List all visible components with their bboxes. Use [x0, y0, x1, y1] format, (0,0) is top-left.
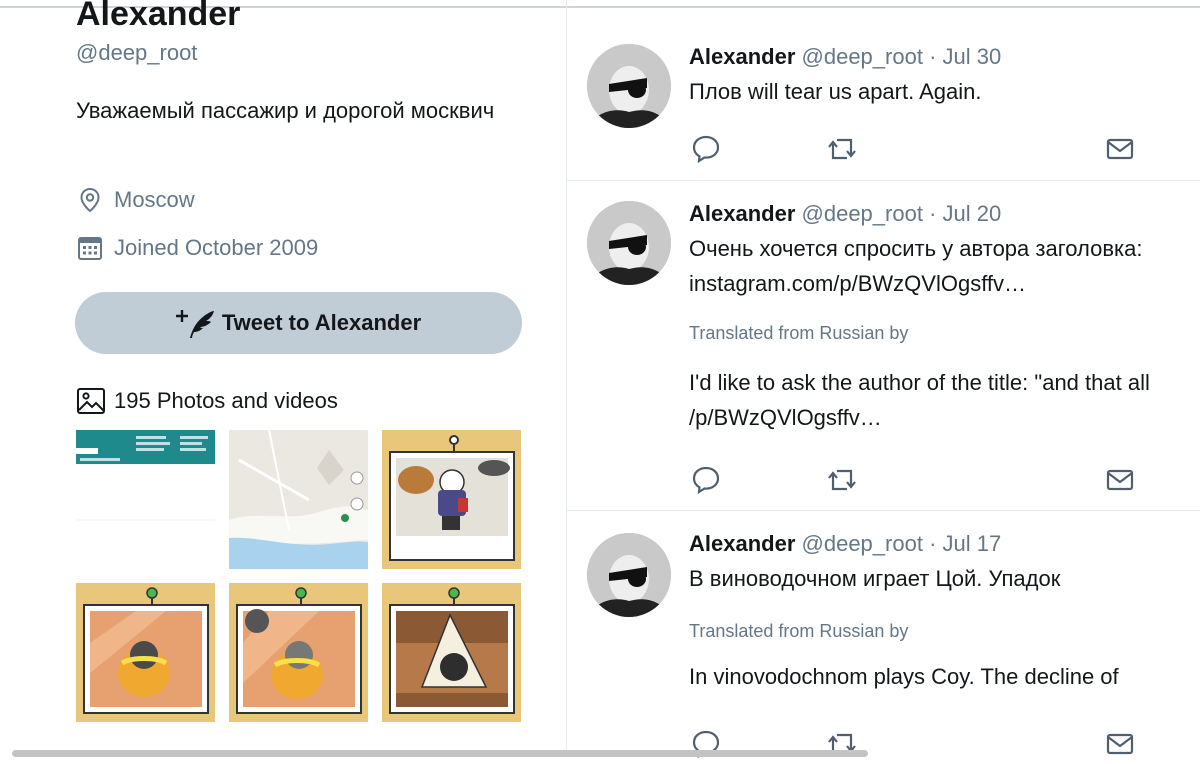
tweet-date[interactable]: · Jul 17: [929, 531, 1001, 556]
tweet-item[interactable]: Alexander @deep_root · Jul 30 Плов will …: [567, 20, 1200, 180]
tweet-text-line: Плов will tear us apart. Again.: [689, 79, 982, 104]
tweet-text: Плов will tear us apart. Again.: [689, 74, 1200, 109]
profile-location: Moscow: [76, 186, 195, 214]
tweet-timeline: Alexander @deep_root · Jul 30 Плов will …: [566, 0, 1200, 759]
tweet-author-handle[interactable]: @deep_root: [802, 531, 923, 556]
joined-text: Joined October 2009: [114, 235, 319, 260]
tweet-translation: In vinovodochnom plays Coy. The decline …: [689, 659, 1200, 694]
profile-bio: Уважаемый пассажир и дорогой москвич: [76, 98, 495, 123]
media-thumbnail[interactable]: [76, 430, 215, 569]
tweet-text-line: Очень хочется спросить у автора заголовк…: [689, 236, 1143, 261]
media-thumbnail[interactable]: [76, 583, 215, 722]
tweet-text-line: В виноводочном играет Цой. Упадок: [689, 566, 1061, 591]
tweet-actions: [691, 134, 1134, 164]
tweet-header: Alexander @deep_root · Jul 20: [689, 201, 1001, 227]
reply-icon[interactable]: [691, 465, 721, 495]
envelope-icon[interactable]: [1105, 729, 1135, 759]
avatar[interactable]: [587, 533, 671, 617]
tweet-text: В виноводочном играет Цой. Упадок: [689, 561, 1200, 596]
tweet-date[interactable]: · Jul 20: [929, 201, 1001, 226]
photos-label: 195 Photos and videos: [114, 388, 338, 413]
translation-line: /p/BWzQVlOgsffv…: [689, 405, 882, 430]
profile-handle[interactable]: @deep_root: [76, 40, 197, 66]
location-pin-icon: [76, 186, 104, 214]
horizontal-scrollbar[interactable]: [12, 750, 868, 757]
translation-line: In vinovodochnom plays Coy. The decline …: [689, 664, 1119, 689]
avatar[interactable]: [587, 201, 671, 285]
profile-sidebar: Alexander @deep_root Уважаемый пассажир …: [0, 0, 560, 757]
tweet-author-name[interactable]: Alexander: [689, 44, 795, 69]
tweet-to-button[interactable]: Tweet to Alexander: [75, 292, 522, 354]
retweet-icon[interactable]: [827, 134, 857, 164]
tweet-author-name[interactable]: Alexander: [689, 531, 795, 556]
tweet-to-label: Tweet to Alexander: [221, 310, 422, 335]
translation-line: I'd like to ask the author of the title:…: [689, 370, 1150, 395]
photos-videos-link[interactable]: 195 Photos and videos: [76, 386, 338, 416]
reply-icon[interactable]: [691, 134, 721, 164]
tweet-item[interactable]: Alexander @deep_root · Jul 17 В виноводо…: [567, 510, 1200, 759]
tweet-link[interactable]: instagram.com/p/BWzQVlOgsffv…: [689, 266, 1200, 301]
tweet-header: Alexander @deep_root · Jul 30: [689, 44, 1001, 70]
media-thumbnail[interactable]: [229, 583, 368, 722]
tweet-header: Alexander @deep_root · Jul 17: [689, 531, 1001, 557]
tweet-author-handle[interactable]: @deep_root: [802, 201, 923, 226]
envelope-icon[interactable]: [1105, 465, 1135, 495]
location-text: Moscow: [114, 187, 195, 212]
tweet-text: Очень хочется спросить у автора заголовк…: [689, 231, 1200, 301]
image-icon: [76, 386, 106, 416]
tweet-date[interactable]: · Jul 30: [929, 44, 1001, 69]
envelope-icon[interactable]: [1105, 134, 1135, 164]
tweet-author-handle[interactable]: @deep_root: [802, 44, 923, 69]
profile-name: Alexander: [76, 0, 241, 33]
media-thumbnail[interactable]: [382, 583, 521, 722]
media-thumbnail[interactable]: [382, 430, 521, 569]
media-thumbnail[interactable]: [229, 430, 368, 569]
tweet-translation: I'd like to ask the author of the title:…: [689, 365, 1200, 435]
tweet-author-name[interactable]: Alexander: [689, 201, 795, 226]
retweet-icon[interactable]: [827, 465, 857, 495]
calendar-icon: [76, 234, 104, 262]
profile-joined: Joined October 2009: [76, 234, 318, 262]
tweet-actions: [691, 465, 1134, 495]
tweet-item[interactable]: Alexander @deep_root · Jul 20 Очень хоче…: [567, 180, 1200, 511]
compose-quill-icon: [175, 306, 216, 340]
translated-from-label: Translated from Russian by: [689, 621, 909, 641]
translated-from-label: Translated from Russian by: [689, 323, 909, 343]
avatar[interactable]: [587, 44, 671, 128]
